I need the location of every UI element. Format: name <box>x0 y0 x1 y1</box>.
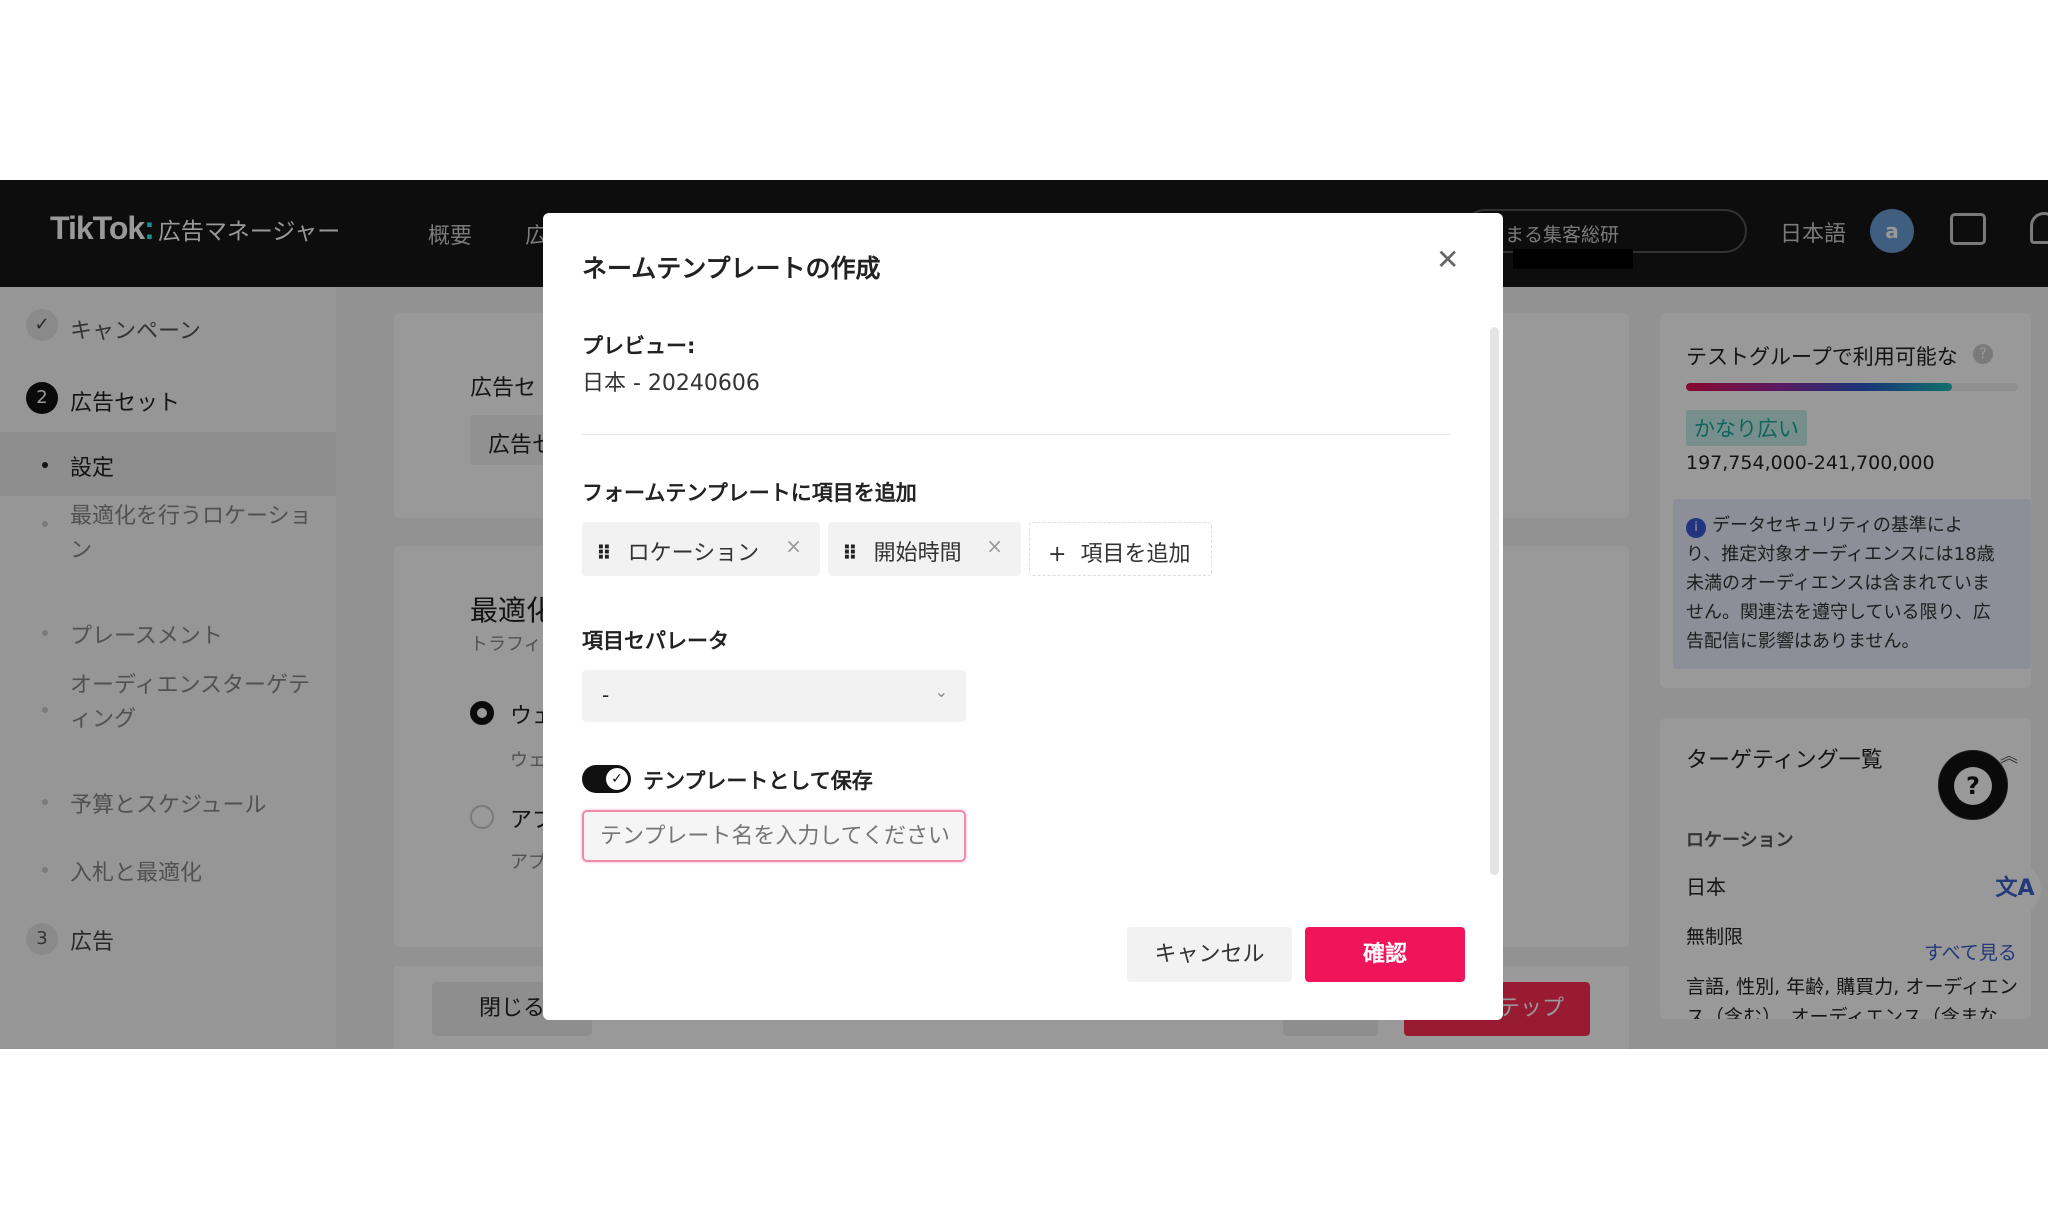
chevron-down-icon: ⌄ <box>934 682 948 701</box>
save-template-label: テンプレートとして保存 <box>643 769 873 793</box>
separator-label: 項目セパレータ <box>582 629 729 653</box>
chip-label: 開始時間 <box>873 541 962 566</box>
drag-handle-icon[interactable]: ⠿ <box>596 541 612 565</box>
add-item-button[interactable]: + 項目を追加 <box>1029 522 1212 576</box>
remove-icon[interactable]: × <box>986 534 1003 558</box>
field-chip-location[interactable]: ⠿ ロケーション × <box>582 522 820 576</box>
add-item-label: 項目を追加 <box>1080 542 1191 567</box>
close-icon[interactable]: ✕ <box>1436 243 1459 276</box>
cancel-button[interactable]: キャンセル <box>1127 927 1292 982</box>
dialog-title: ネームテンプレートの作成 <box>582 254 881 283</box>
separator-select[interactable]: - ⌄ <box>582 670 966 722</box>
save-template-toggle[interactable]: ✓ <box>582 765 631 793</box>
field-chip-start-time[interactable]: ⠿ 開始時間 × <box>828 522 1021 576</box>
preview-value: 日本 - 20240606 <box>582 371 760 396</box>
confirm-button[interactable]: 確認 <box>1305 927 1465 982</box>
preview-label: プレビュー: <box>582 334 696 358</box>
divider <box>582 434 1450 435</box>
fields-label: フォームテンプレートに項目を追加 <box>582 481 917 505</box>
scrollbar[interactable] <box>1490 327 1499 875</box>
template-name-input[interactable] <box>582 810 966 862</box>
check-icon: ✓ <box>606 768 628 790</box>
create-name-template-dialog: ネームテンプレートの作成 ✕ プレビュー: 日本 - 20240606 フォーム… <box>543 213 1503 1020</box>
separator-value: - <box>602 683 610 707</box>
remove-icon[interactable]: × <box>785 534 802 558</box>
drag-handle-icon[interactable]: ⠿ <box>842 541 858 565</box>
chip-label: ロケーション <box>627 541 760 566</box>
plus-icon: + <box>1048 542 1067 567</box>
